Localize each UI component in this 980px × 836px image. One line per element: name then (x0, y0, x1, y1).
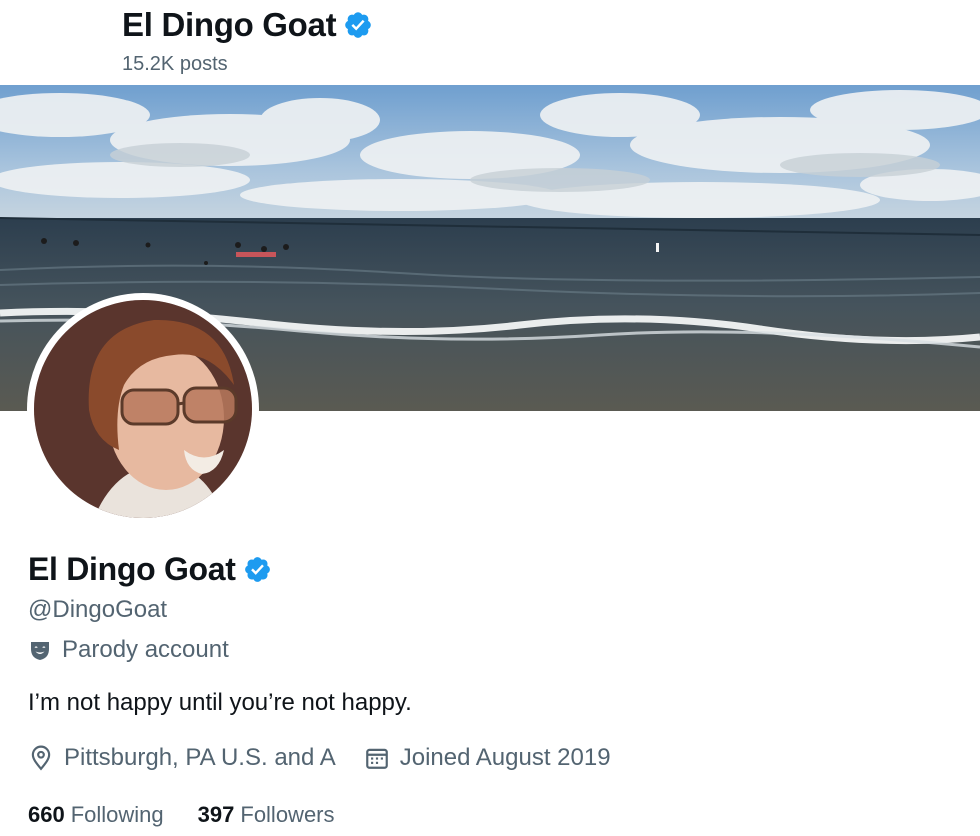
verified-badge-icon[interactable] (243, 555, 272, 584)
location-text: Pittsburgh, PA U.S. and A (64, 744, 336, 771)
follow-stats: 660 Following 397 Followers (28, 802, 335, 828)
following-label: Following (70, 802, 164, 827)
calendar-icon (365, 748, 388, 769)
joined-item: Joined August 2019 (364, 744, 611, 772)
profile-bio: I’m not happy until you’re not happy. (28, 689, 412, 716)
parody-mask-icon (31, 642, 49, 660)
verified-badge-icon[interactable] (343, 10, 373, 40)
profile-handle: @DingoGoat (28, 596, 168, 623)
profile-header-bar: El Dingo Goat 15.2K posts (0, 0, 980, 84)
avatar[interactable] (34, 300, 252, 518)
location-item: Pittsburgh, PA U.S. and A (28, 744, 336, 772)
following-count: 660 (28, 802, 65, 827)
joined-text: Joined August 2019 (399, 744, 611, 771)
followers-link[interactable]: 397 Followers (198, 802, 335, 828)
profile-meta: Pittsburgh, PA U.S. and A Joined August … (28, 744, 611, 772)
location-pin-icon (31, 745, 51, 771)
post-count: 15.2K posts (122, 53, 228, 75)
header-title: El Dingo Goat (122, 6, 373, 44)
followers-count: 397 (197, 802, 235, 827)
parody-label-text: Parody account (62, 636, 229, 663)
display-name-text: El Dingo Goat (28, 551, 236, 587)
avatar-photo (34, 300, 252, 518)
parody-label[interactable]: Parody account (28, 636, 229, 664)
followers-label: Followers (240, 802, 335, 827)
header-name: El Dingo Goat (122, 6, 337, 43)
profile-display-name: El Dingo Goat (28, 551, 272, 588)
following-link[interactable]: 660 Following (28, 802, 164, 828)
